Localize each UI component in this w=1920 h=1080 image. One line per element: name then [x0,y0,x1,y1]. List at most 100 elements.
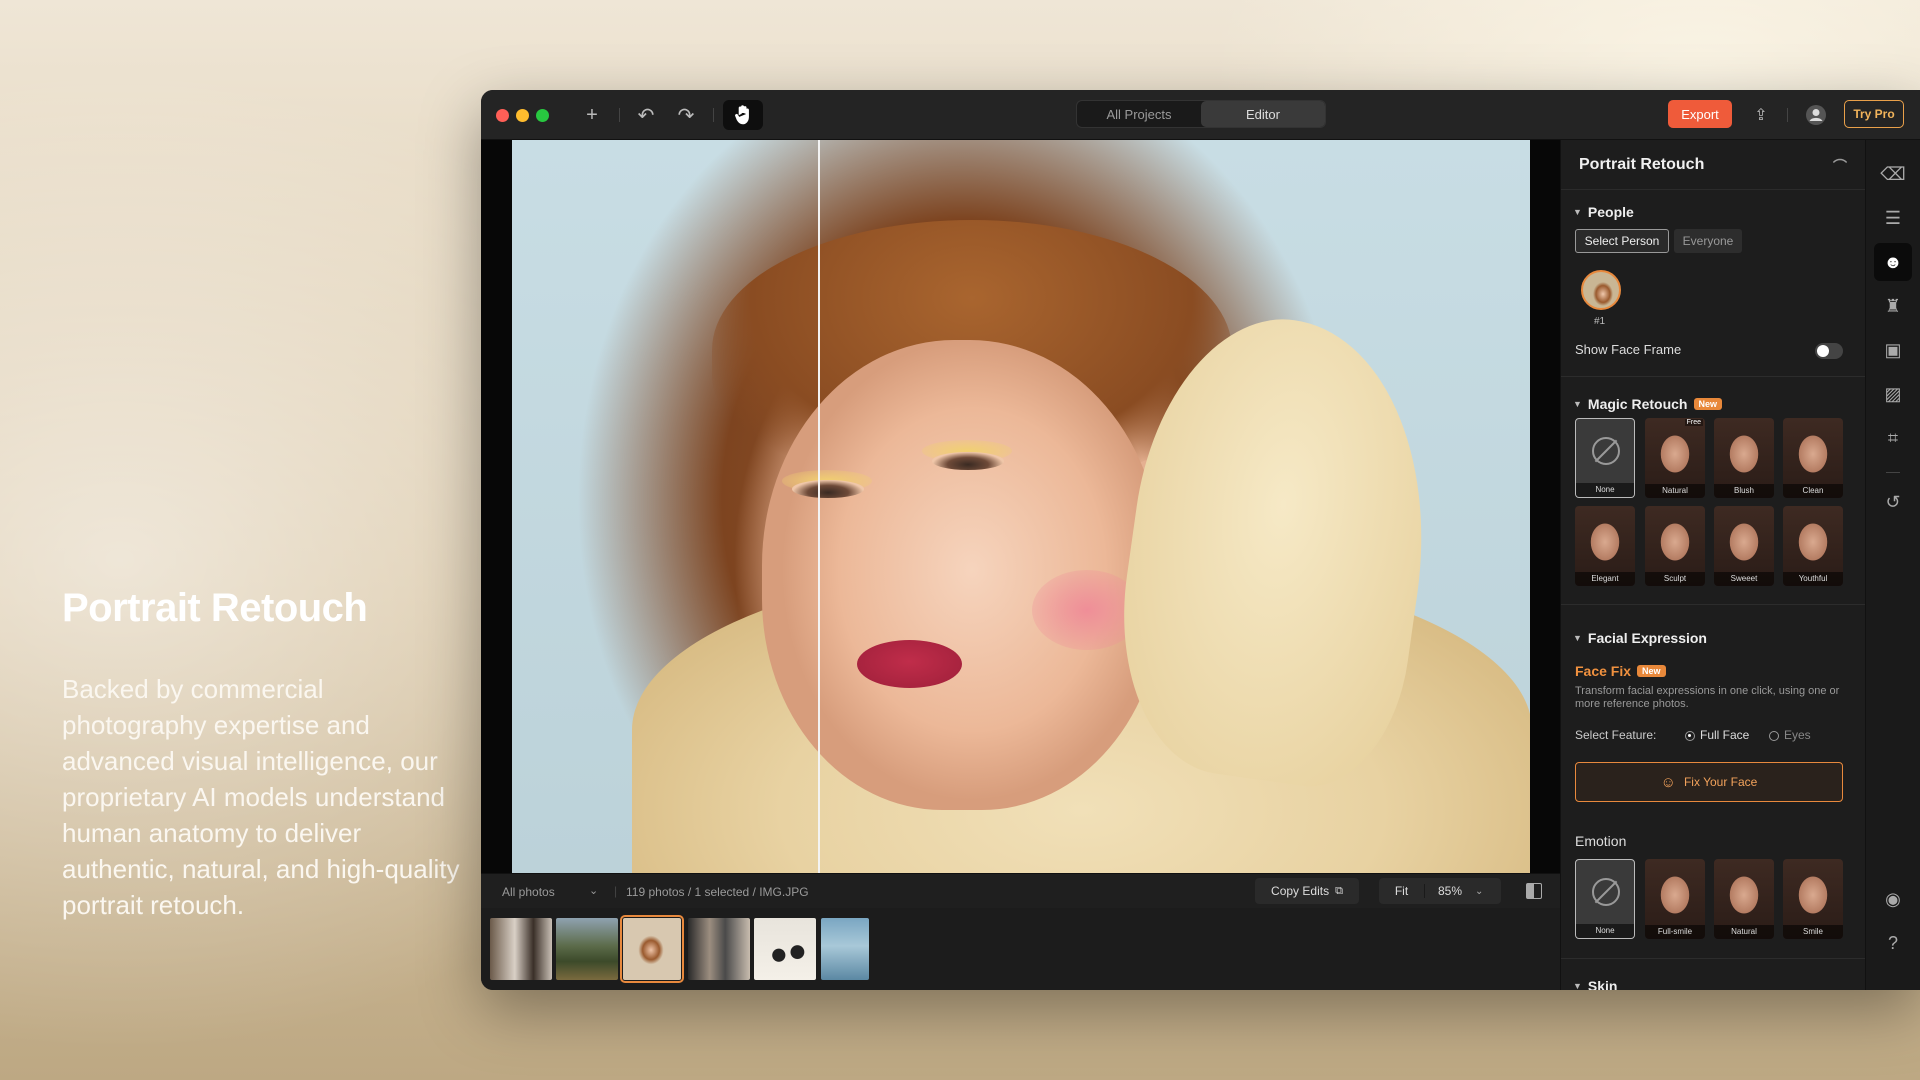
divider [1561,604,1865,605]
people-label: People [1587,204,1634,220]
face-fix-description: Transform facial expressions in one clic… [1575,685,1840,710]
preset-label: None [1576,483,1634,497]
fix-your-face-label: Fix Your Face [1683,775,1758,789]
disclosure-triangle-icon: ▼ [1573,981,1582,990]
emotion-label-tile: Full-smile [1645,925,1705,939]
free-badge: Free [1684,419,1703,426]
preset-none[interactable]: None [1575,418,1635,498]
disclosure-triangle-icon: ▼ [1573,633,1582,643]
magic-retouch-label: Magic Retouch [1587,396,1688,412]
app-window: + ↶ ↷ All Projects Editor Export ⇪ Try P… [481,90,1920,990]
album-filter-select[interactable]: All photos [502,885,555,899]
preset-label: Sweeet [1714,572,1774,586]
redo-icon[interactable]: ↷ [671,100,701,130]
divider: | [614,884,618,898]
minimize-window-button[interactable] [516,109,529,122]
chevron-down-icon[interactable]: ⌄ [1475,886,1483,897]
compare-icon[interactable] [1526,883,1542,899]
tab-all-projects[interactable]: All Projects [1077,101,1201,127]
emotion-natural[interactable]: Natural [1714,859,1774,939]
body-icon[interactable]: ♜ [1874,287,1912,325]
photo-region [932,452,1004,470]
disclosure-triangle-icon: ▼ [1573,399,1582,409]
panel-title: Portrait Retouch [1579,155,1705,173]
facial-expression-section-header[interactable]: ▼ Facial Expression [1573,630,1707,646]
history-icon[interactable]: ↺ [1874,483,1912,521]
before-after-divider[interactable] [818,140,820,873]
new-badge: New [1637,665,1666,677]
skin-label: Skin [1587,978,1618,990]
copy-edits-button[interactable]: Copy Edits ⧉ [1255,878,1359,904]
preset-label: Clean [1783,484,1843,498]
filmstrip-toolbar: All photos ⌄ | 119 photos / 1 selected /… [481,873,1560,908]
hand-icon[interactable] [723,100,763,130]
chevron-down-icon[interactable]: ⌄ [589,884,598,897]
skin-section-header[interactable]: ▼ Skin [1573,978,1618,990]
filmstrip [481,908,1560,990]
photo-thumbnail[interactable] [821,918,869,980]
feature-full-face-radio[interactable]: Full Face [1685,728,1749,742]
magic-retouch-section-header[interactable]: ▼ Magic Retouch New [1573,396,1723,412]
facial-expression-label: Facial Expression [1587,630,1707,646]
view-switcher: All Projects Editor [1076,100,1326,128]
divider [1561,376,1865,377]
person-avatar[interactable] [1581,270,1621,310]
discord-icon[interactable]: ◉ [1874,880,1912,918]
image-ai-icon[interactable]: ▣ [1874,331,1912,369]
zoom-select[interactable]: 85% [1425,884,1475,898]
import-icon[interactable]: ⇪ [1746,100,1776,130]
feature-eyes-radio[interactable]: Eyes [1769,728,1811,742]
preset-label: Natural [1645,484,1705,498]
sliders-icon[interactable]: ☰ [1874,199,1912,237]
preset-sweeet[interactable]: Sweeet [1714,506,1774,586]
collapse-icon[interactable]: ⌒ [1833,156,1847,176]
show-face-frame-toggle[interactable] [1815,343,1843,359]
select-person-button[interactable]: Select Person [1575,229,1669,253]
radio-label: Full Face [1700,728,1750,742]
people-section-header[interactable]: ▼ People [1573,204,1634,220]
tab-editor[interactable]: Editor [1201,101,1325,127]
preset-blush[interactable]: Blush [1714,418,1774,498]
undo-icon[interactable]: ↶ [631,100,661,130]
preset-sculpt[interactable]: Sculpt [1645,506,1705,586]
preset-label: Elegant [1575,572,1635,586]
photo-region [792,480,864,498]
none-icon [1592,437,1620,465]
promo-block: Portrait Retouch Backed by commercial ph… [62,586,462,923]
emotion-full-smile[interactable]: Full-smile [1645,859,1705,939]
maximize-window-button[interactable] [536,109,549,122]
emotion-smile[interactable]: Smile [1783,859,1843,939]
photo-thumbnail[interactable] [754,918,816,980]
close-window-button[interactable] [496,109,509,122]
export-button[interactable]: Export [1668,100,1732,128]
fix-your-face-button[interactable]: ☺ Fix Your Face [1575,762,1843,802]
editor-canvas[interactable] [481,140,1560,873]
preset-natural[interactable]: Free Natural [1645,418,1705,498]
promo-title: Portrait Retouch [62,586,368,630]
photo-thumbnail-selected[interactable] [620,915,684,983]
fit-button[interactable]: Fit [1379,884,1425,898]
photo-preview[interactable] [512,140,1530,873]
radio-icon [1769,730,1779,741]
photo-thumbnail[interactable] [688,918,750,980]
everyone-button[interactable]: Everyone [1674,229,1742,253]
preset-clean[interactable]: Clean [1783,418,1843,498]
help-icon[interactable]: ? [1874,924,1912,962]
preset-youthful[interactable]: Youthful [1783,506,1843,586]
emotion-label-tile: None [1576,924,1634,938]
try-pro-button[interactable]: Try Pro [1844,100,1904,128]
crop-icon[interactable]: ⌗ [1874,419,1912,457]
portrait-retouch-panel: Portrait Retouch ⌒ ▼ People Select Perso… [1560,140,1865,990]
face-fix-heading: Face Fix New [1575,663,1666,679]
preset-elegant[interactable]: Elegant [1575,506,1635,586]
account-icon[interactable] [1801,100,1831,130]
portrait-retouch-icon[interactable]: ☻ [1874,243,1912,281]
title-bar: + ↶ ↷ All Projects Editor Export ⇪ Try P… [481,90,1920,140]
toolbar-divider [713,108,714,122]
add-icon[interactable]: + [577,100,607,130]
photo-thumbnail[interactable] [556,918,618,980]
pattern-icon[interactable]: ▨ [1874,375,1912,413]
eraser-icon[interactable]: ⌫ [1874,155,1912,193]
emotion-none[interactable]: None [1575,859,1635,939]
photo-thumbnail[interactable] [490,918,552,980]
